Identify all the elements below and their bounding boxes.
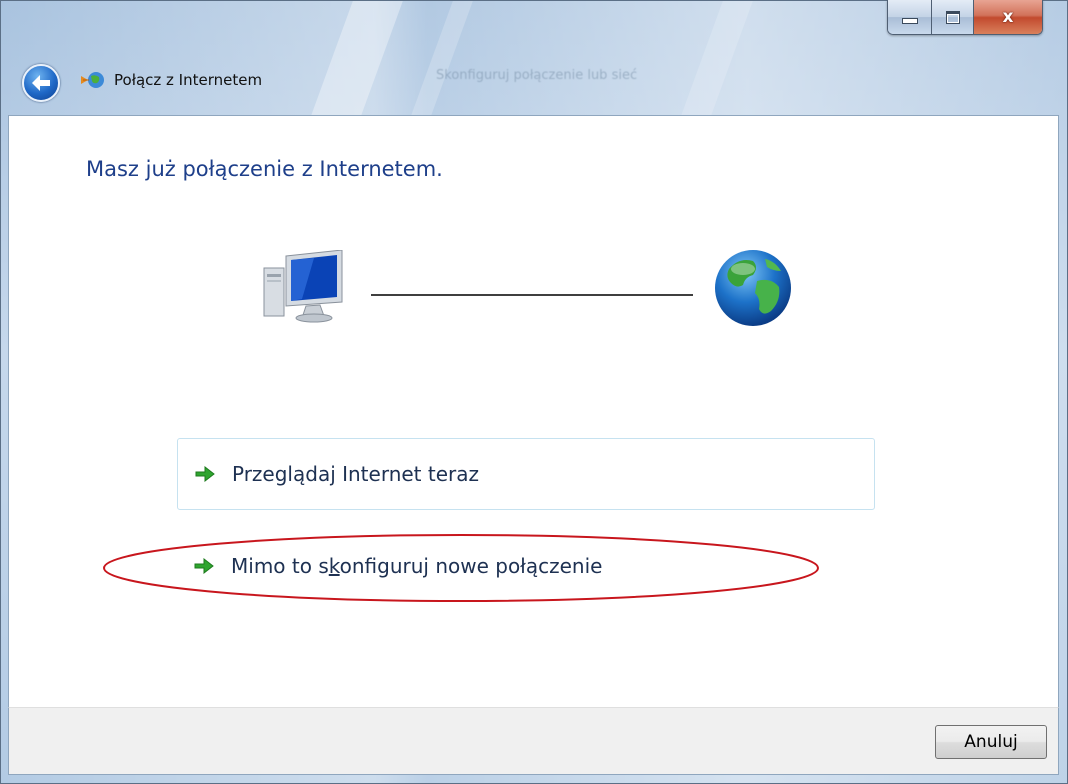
minimize-button[interactable] <box>888 0 932 34</box>
access-key: k <box>328 554 340 578</box>
page-heading: Masz już połączenie z Internetem. <box>86 157 443 181</box>
browse-internet-label: Przeglądaj Internet teraz <box>232 462 480 486</box>
network-icon <box>81 72 104 88</box>
close-icon: x <box>1002 7 1014 27</box>
maximize-button[interactable] <box>932 0 974 34</box>
content-panel <box>8 115 1059 707</box>
back-button[interactable] <box>22 64 60 102</box>
green-arrow-icon <box>194 558 214 574</box>
connection-line <box>371 294 693 296</box>
window-title: Połącz z Internetem <box>114 71 263 89</box>
setup-new-connection-label: Mimo to skonfiguruj nowe połączenie <box>231 554 603 578</box>
caption-buttons: x <box>887 0 1043 35</box>
cancel-button[interactable]: Anuluj <box>935 725 1047 759</box>
green-arrow-icon <box>195 466 215 482</box>
back-arrow-icon <box>32 75 50 91</box>
glass-reflection <box>409 1 473 121</box>
glass-reflection <box>309 1 403 121</box>
browse-internet-link[interactable]: Przeglądaj Internet teraz <box>177 438 875 510</box>
footer-bar <box>8 707 1059 775</box>
setup-new-connection-link[interactable]: Mimo to skonfiguruj nowe połączenie <box>177 530 875 602</box>
minimize-icon <box>901 18 918 24</box>
close-button[interactable]: x <box>974 0 1042 34</box>
maximize-icon <box>945 10 960 24</box>
globe-icon <box>715 250 791 326</box>
glass-reflection <box>679 1 753 121</box>
background-window-title: Skonfiguruj połączenie lub sieć <box>436 68 638 83</box>
computer-icon <box>263 250 343 323</box>
